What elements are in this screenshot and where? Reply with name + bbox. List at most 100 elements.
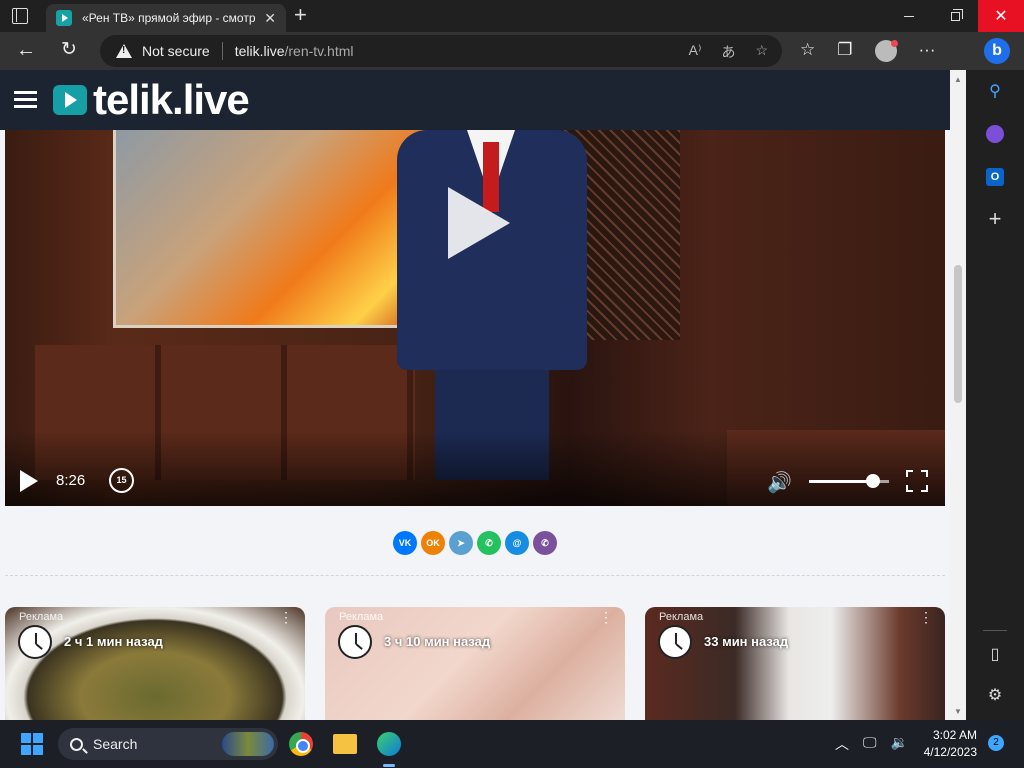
more-icon[interactable]: ··· bbox=[919, 40, 936, 62]
share-ok-button[interactable]: OK bbox=[421, 531, 445, 555]
site-favicon-icon bbox=[56, 10, 72, 26]
share-vk-button[interactable]: VK bbox=[393, 531, 417, 555]
rewind-15-button[interactable]: 15 bbox=[109, 468, 134, 493]
video-presenter bbox=[397, 130, 587, 480]
taskbar-search-label: Search bbox=[93, 736, 138, 752]
tab-actions-icon[interactable] bbox=[12, 8, 28, 24]
title-bar: «Рен ТВ» прямой эфир - смотре ✕ + ✕ bbox=[0, 0, 1024, 32]
ad-label: Реклама bbox=[19, 611, 64, 623]
search-highlight-image bbox=[222, 732, 274, 756]
ad-card[interactable]: Реклама ⋮ 2 ч 1 мин назад bbox=[5, 607, 305, 720]
chevron-up-icon[interactable]: ︿ bbox=[835, 734, 849, 754]
scroll-up-icon[interactable]: ▲ bbox=[954, 75, 962, 84]
share-whatsapp-button[interactable]: ✆ bbox=[477, 531, 501, 555]
address-bar[interactable]: Not secure telik.live/ren-tv.html A⁾ あ ☆ bbox=[100, 35, 782, 67]
sidebar-outlook-icon[interactable]: O bbox=[986, 168, 1004, 186]
minimize-icon bbox=[904, 15, 914, 17]
ad-card[interactable]: Реклама ⋮ 3 ч 10 мин назад bbox=[325, 607, 625, 720]
favorites-icon[interactable]: ☆ bbox=[800, 40, 815, 62]
address-divider bbox=[221, 42, 223, 60]
notification-badge[interactable]: 2 bbox=[988, 735, 1004, 751]
sidebar-panel-icon[interactable]: ▯ bbox=[986, 646, 1004, 664]
fullscreen-icon[interactable] bbox=[906, 470, 928, 492]
volume-icon[interactable]: 🔊 bbox=[767, 470, 792, 495]
clock-icon bbox=[18, 625, 52, 659]
profile-icon[interactable] bbox=[874, 40, 898, 62]
restore-icon bbox=[950, 8, 963, 21]
restore-button[interactable] bbox=[932, 0, 978, 32]
speaker-icon[interactable]: 🔉 bbox=[891, 734, 908, 754]
ad-card[interactable]: Реклама ⋮ 33 мин назад bbox=[645, 607, 945, 720]
url-path: /ren-tv.html bbox=[284, 43, 354, 59]
collections-icon[interactable]: ❐ bbox=[837, 40, 852, 62]
warning-icon bbox=[116, 44, 132, 58]
scrollbar-thumb[interactable] bbox=[954, 265, 962, 403]
page-viewport: telik.live 8:26 15 🔊 VK OK ➤ ✆ @ ✆ Рекла… bbox=[0, 70, 966, 720]
active-app-indicator bbox=[383, 764, 395, 767]
taskbar-date[interactable]: 4/12/2023 bbox=[916, 745, 977, 759]
ad-time-ago: 2 ч 1 мин назад bbox=[64, 634, 163, 649]
big-play-icon[interactable] bbox=[448, 187, 510, 259]
share-viber-button[interactable]: ✆ bbox=[533, 531, 557, 555]
video-backdrop-screen bbox=[113, 130, 431, 328]
edge-icon[interactable] bbox=[377, 732, 401, 756]
network-icon[interactable]: 🖵 bbox=[863, 734, 877, 754]
share-telegram-button[interactable]: ➤ bbox=[449, 531, 473, 555]
volume-fill bbox=[809, 480, 873, 483]
back-button[interactable]: ← bbox=[16, 40, 36, 60]
volume-knob[interactable] bbox=[866, 474, 880, 488]
ad-label: Реклама bbox=[659, 611, 704, 623]
read-aloud-icon[interactable]: A⁾ bbox=[689, 42, 702, 62]
chrome-icon[interactable] bbox=[289, 732, 313, 756]
search-icon bbox=[70, 737, 83, 751]
play-button[interactable] bbox=[20, 470, 38, 492]
reload-button[interactable]: ↻ bbox=[61, 40, 77, 60]
ad-label: Реклама bbox=[339, 611, 384, 623]
toolbar-actions: ☆ ❐ ··· bbox=[800, 40, 935, 62]
security-label[interactable]: Not secure bbox=[142, 43, 210, 59]
clock-icon bbox=[658, 625, 692, 659]
url-text[interactable]: telik.live/ren-tv.html bbox=[235, 43, 354, 59]
scroll-down-icon[interactable]: ▼ bbox=[954, 707, 962, 716]
ad-time-ago: 33 мин назад bbox=[704, 634, 789, 649]
tab-title: «Рен ТВ» прямой эфир - смотре bbox=[82, 11, 257, 25]
clock-icon bbox=[338, 625, 372, 659]
volume-slider[interactable] bbox=[809, 474, 889, 488]
taskbar: Search ︿ 🖵 🔉 3:02 AM 4/12/2023 2 bbox=[0, 720, 1024, 768]
share-moimir-button[interactable]: @ bbox=[505, 531, 529, 555]
browser-toolbar: ← ↻ Not secure telik.live/ren-tv.html A⁾… bbox=[0, 32, 1024, 70]
bing-chat-icon[interactable]: b bbox=[984, 38, 1010, 64]
controls-gradient bbox=[5, 430, 945, 506]
page-scrollbar[interactable]: ▲ ▼ bbox=[950, 70, 966, 720]
sidebar-search-icon[interactable]: ⚲ bbox=[986, 83, 1004, 101]
edge-sidebar: ⚲ O + ▯ ⚙ bbox=[966, 70, 1024, 720]
share-buttons: VK OK ➤ ✆ @ ✆ bbox=[393, 531, 557, 555]
ad-menu-icon[interactable]: ⋮ bbox=[279, 609, 293, 626]
address-bar-actions: A⁾ あ ☆ bbox=[689, 42, 768, 62]
taskbar-time[interactable]: 3:02 AM bbox=[922, 728, 977, 742]
video-player[interactable]: 8:26 15 🔊 bbox=[5, 130, 945, 506]
section-divider bbox=[5, 575, 945, 576]
sidebar-divider bbox=[983, 630, 1007, 631]
close-window-button[interactable]: ✕ bbox=[978, 0, 1024, 32]
site-logo[interactable]: telik.live bbox=[93, 76, 250, 124]
start-windows-icon[interactable] bbox=[21, 733, 43, 755]
translate-icon[interactable]: あ bbox=[721, 42, 735, 62]
ad-time-ago: 3 ч 10 мин назад bbox=[384, 634, 491, 649]
taskbar-search[interactable]: Search bbox=[58, 728, 278, 760]
ad-menu-icon[interactable]: ⋮ bbox=[919, 609, 933, 626]
new-tab-button[interactable]: + bbox=[294, 4, 307, 26]
sidebar-add-icon[interactable]: + bbox=[986, 208, 1004, 230]
url-host: telik.live bbox=[234, 43, 285, 59]
sidebar-copilot-icon[interactable] bbox=[986, 125, 1004, 143]
menu-icon[interactable] bbox=[14, 91, 37, 109]
file-explorer-icon[interactable] bbox=[333, 734, 357, 754]
logo-play-icon[interactable] bbox=[53, 85, 87, 115]
tab-close-icon[interactable]: ✕ bbox=[264, 10, 276, 27]
browser-tab[interactable]: «Рен ТВ» прямой эфир - смотре ✕ bbox=[46, 4, 286, 32]
sidebar-settings-icon[interactable]: ⚙ bbox=[986, 687, 1004, 705]
desktop: «Рен ТВ» прямой эфир - смотре ✕ + ✕ ← ↻ … bbox=[0, 0, 1024, 768]
add-favorite-icon[interactable]: ☆ bbox=[755, 42, 768, 62]
minimize-button[interactable] bbox=[886, 0, 932, 32]
ad-menu-icon[interactable]: ⋮ bbox=[599, 609, 613, 626]
